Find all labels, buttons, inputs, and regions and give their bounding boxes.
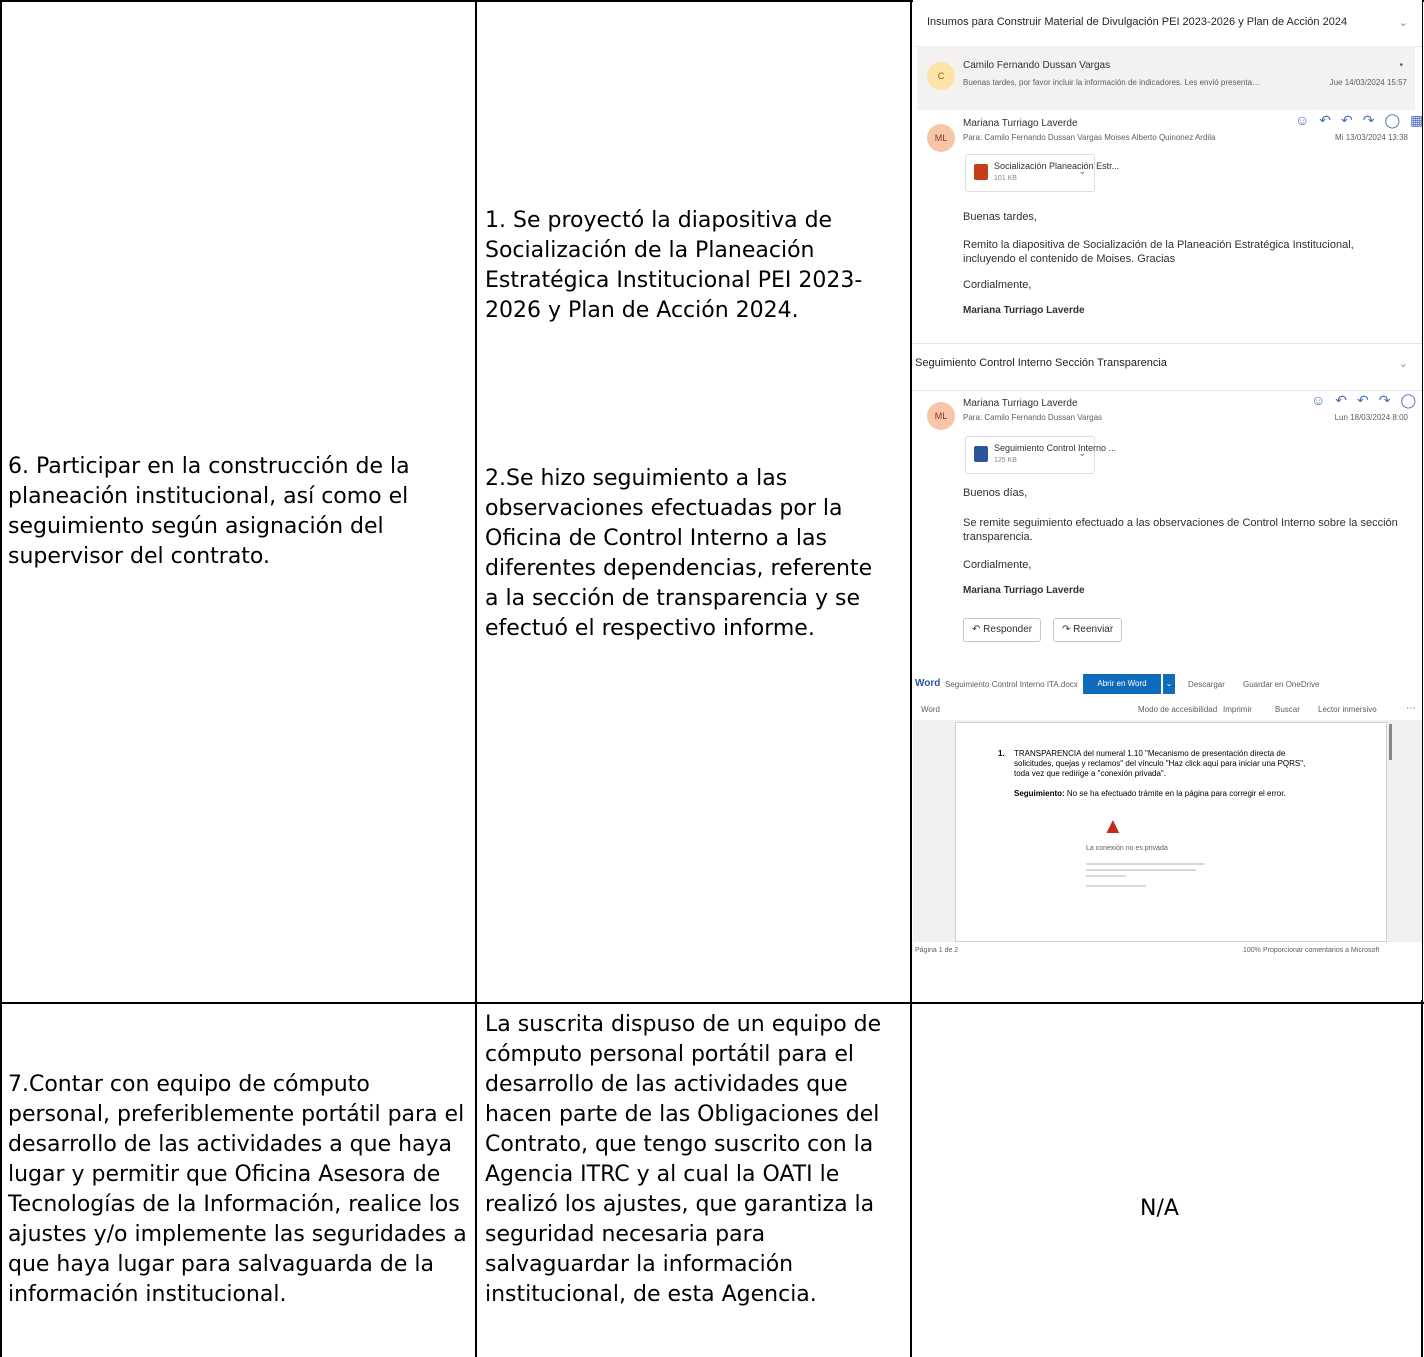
- recipients: Para: Camilo Fernando Dussan Vargas Mois…: [963, 133, 1216, 142]
- signature: Mariana Turriago Laverde: [963, 585, 1085, 596]
- detail-line: [1086, 885, 1146, 887]
- closing: Cordialmente,: [963, 559, 1032, 571]
- reply-label: Responder: [983, 624, 1033, 635]
- sent-date: Lun 18/03/2024 8:00: [1334, 413, 1408, 422]
- collapsed-date: Jue 14/03/2024 15:57: [1329, 78, 1407, 87]
- followup-label: Seguimiento:: [1014, 789, 1065, 798]
- chevron-down-icon[interactable]: ⌄: [1078, 166, 1086, 177]
- powerpoint-icon: [974, 164, 988, 180]
- forward-label: Reenviar: [1073, 624, 1114, 635]
- sender-name: Mariana Turriago Laverde: [963, 398, 1078, 409]
- email-subject: Seguimiento Control Interno Sección Tran…: [915, 357, 1167, 369]
- avatar: ML: [927, 402, 955, 430]
- reader-button[interactable]: Lector inmersivo: [1318, 705, 1377, 714]
- avatar: C: [927, 62, 955, 90]
- print-button[interactable]: Imprimir: [1223, 705, 1252, 714]
- word-toolbar: Word Seguimiento Control Interno ITA.doc…: [913, 672, 1422, 696]
- closing: Cordialmente,: [963, 279, 1032, 291]
- avatar: ML: [927, 124, 955, 152]
- warning-details: [1086, 863, 1206, 903]
- attachment-size: 125 KB: [994, 457, 1017, 464]
- email-subject-bar[interactable]: Insumos para Construir Material de Divul…: [913, 0, 1422, 47]
- detail-line: [1086, 875, 1126, 877]
- attachment-docx[interactable]: Seguimiento Control Interno ... 125 KB ⌄: [965, 436, 1116, 474]
- page-info: Página 1 de 2: [915, 947, 959, 954]
- obligation-7-text: 7.Contar con equipo de cómputo personal,…: [8, 1072, 467, 1307]
- collapsed-preview: Buenas tardes, por favor incluir la info…: [963, 78, 1263, 87]
- column-divider-1: [475, 0, 477, 1357]
- document-page: 1. TRANSPARENCIA del numeral 1.10 "Mecan…: [955, 722, 1387, 942]
- search-button[interactable]: Buscar: [1275, 705, 1300, 714]
- message-actions[interactable]: ☺↶↶↷◯▦⋯: [1295, 112, 1422, 129]
- scrollbar[interactable]: [1389, 724, 1392, 760]
- download-button[interactable]: Descargar: [1188, 680, 1225, 689]
- open-dropdown-button[interactable]: ⌄: [1163, 674, 1175, 694]
- followup-text: No se ha efectuado trámite en la página …: [1064, 789, 1286, 798]
- greeting: Buenos días,: [963, 487, 1028, 499]
- save-onedrive-button[interactable]: Guardar en OneDrive: [1243, 680, 1319, 689]
- row-divider: [0, 1002, 1424, 1004]
- word-label: Word: [921, 705, 940, 714]
- email-screenshot: Insumos para Construir Material de Divul…: [913, 0, 1422, 1000]
- word-file-icon: [974, 446, 988, 462]
- attachment-name: Socialización Planeación Estr...: [994, 161, 1120, 171]
- sender-name: Mariana Turriago Laverde: [963, 118, 1078, 129]
- table-border-left: [0, 0, 2, 1357]
- attachment-pptx[interactable]: Socialización Planeación Estr... 101 KB …: [965, 154, 1119, 192]
- attachment-size: 101 KB: [994, 175, 1017, 182]
- reply-button[interactable]: ↶ Responder: [963, 618, 1042, 642]
- expanded-message-1: ML Mariana Turriago Laverde Para: Camilo…: [913, 110, 1422, 330]
- message-body: Remito la diapositiva de Socialización d…: [963, 239, 1354, 265]
- greeting: Buenas tardes,: [963, 211, 1037, 223]
- word-ribbon: Word Modo de accesibilidad Imprimir Busc…: [913, 700, 1422, 720]
- sent-date: Mi 13/03/2024 13:38: [1335, 133, 1408, 142]
- word-statusbar: Página 1 de 2 100% Proporcionar comentar…: [913, 944, 1422, 960]
- item-text: TRANSPARENCIA del numeral 1.10 "Mecanism…: [1014, 749, 1306, 778]
- feedback-link[interactable]: Proporcionar comentarios a Microsoft: [1263, 947, 1379, 954]
- activity-row2-text: La suscrita dispuso de un equipo de cómp…: [485, 1012, 882, 1307]
- chevron-down-icon[interactable]: ⌄: [1399, 16, 1408, 29]
- activity-2-text: 2.Se hizo seguimiento a las observacione…: [485, 466, 873, 641]
- more-icon[interactable]: ⋯: [1406, 703, 1416, 714]
- evidence-na: N/A: [1140, 1196, 1179, 1221]
- chevron-down-icon[interactable]: ⌄: [1078, 448, 1086, 459]
- warning-icon: ▲: [1102, 813, 1124, 838]
- email-subject: Insumos para Construir Material de Divul…: [927, 16, 1348, 28]
- activity-1-text: 1. Se proyectó la diapositiva de Sociali…: [485, 208, 863, 323]
- collapsed-message[interactable]: C Camilo Fernando Dussan Vargas Buenas t…: [917, 46, 1415, 110]
- paperclip-icon: •: [1399, 60, 1403, 71]
- attachment-name: Seguimiento Control Interno ...: [994, 443, 1117, 453]
- collapsed-sender: Camilo Fernando Dussan Vargas: [963, 60, 1111, 71]
- expanded-message-2: ML Mariana Turriago Laverde Para: Camilo…: [913, 390, 1422, 660]
- doc-name: Seguimiento Control Interno ITA.docx: [945, 680, 1078, 689]
- detail-line: [1086, 863, 1204, 865]
- column-divider-2: [910, 0, 912, 1357]
- followup-line: Seguimiento: No se ha efectuado trámite …: [1014, 789, 1286, 798]
- recipients: Para: Camilo Fernando Dussan Vargas: [963, 413, 1103, 422]
- zoom-level[interactable]: 100%: [1243, 947, 1261, 954]
- email-subject-bar[interactable]: Seguimiento Control Interno Sección Tran…: [913, 343, 1422, 391]
- warning-title: La conexión no es privada: [1086, 845, 1168, 852]
- open-in-word-button[interactable]: Abrir en Word: [1083, 674, 1161, 694]
- signature: Mariana Turriago Laverde: [963, 305, 1085, 316]
- message-body: Se remite seguimiento efectuado a las ob…: [963, 517, 1398, 543]
- forward-button[interactable]: ↷ Reenviar: [1053, 618, 1123, 642]
- accessibility-button[interactable]: Modo de accesibilidad: [1138, 705, 1217, 714]
- detail-line: [1086, 869, 1196, 871]
- word-app-label: Word: [915, 678, 941, 689]
- obligation-6-text: 6. Participar en la construcción de la p…: [8, 454, 410, 569]
- item-number: 1.: [998, 749, 1005, 758]
- message-actions[interactable]: ☺↶↶↷◯▦⋯: [1311, 392, 1422, 409]
- chevron-down-icon[interactable]: ⌄: [1399, 357, 1408, 370]
